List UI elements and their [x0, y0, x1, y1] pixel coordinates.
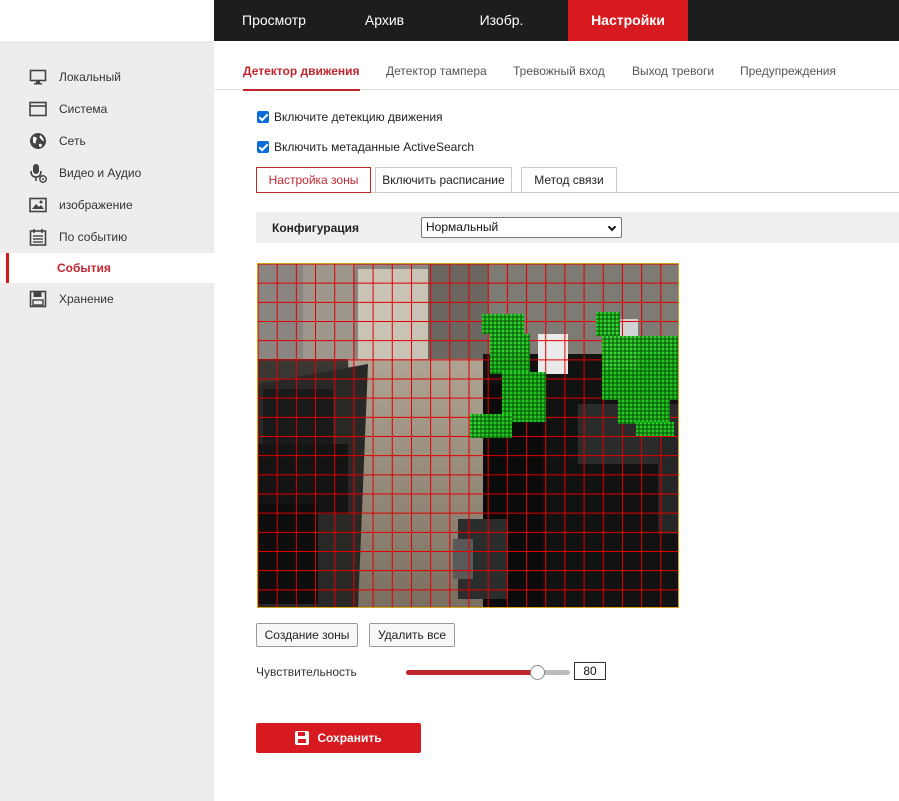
motion-area-video[interactable]: [257, 263, 679, 608]
globe-icon: [28, 131, 48, 151]
sidebar-item-local[interactable]: Локальный: [0, 62, 214, 92]
sidebar-item-label: Хранение: [59, 292, 114, 306]
sidebar-item-storage[interactable]: Хранение: [0, 284, 214, 314]
sidebar-item-event[interactable]: По событию: [0, 222, 214, 252]
chevron-down-icon: [607, 222, 617, 232]
configuration-value: Нормальный: [426, 220, 499, 234]
sidebar-item-label: Видео и Аудио: [59, 166, 142, 180]
slider-fill: [406, 670, 538, 675]
sidebar-item-video-audio[interactable]: Видео и Аудио: [0, 158, 214, 188]
sensitivity-slider[interactable]: [406, 665, 570, 680]
nav-settings[interactable]: Настройки: [568, 0, 688, 41]
top-bar-left: [0, 0, 214, 41]
subtab-area-settings[interactable]: Настройка зоны: [256, 167, 371, 193]
sidebar-item-label: изображение: [59, 198, 133, 212]
sidebar-item-label: Система: [59, 102, 108, 116]
sidebar-item-system[interactable]: Система: [0, 94, 214, 124]
subtab-arming-schedule[interactable]: Включить расписание: [375, 167, 512, 193]
tab-alarm-output[interactable]: Выход тревоги: [632, 52, 714, 90]
nav-live-view[interactable]: Просмотр: [214, 0, 334, 41]
calendar-icon: [28, 227, 48, 247]
sensitivity-label: Чувствительность: [256, 665, 357, 679]
save-icon: [295, 731, 310, 745]
checkbox-label: Включите детекцию движения: [274, 110, 443, 124]
motion-block: [470, 414, 512, 438]
sensitivity-value-input[interactable]: 80: [574, 662, 606, 680]
tab-motion-detection[interactable]: Детектор движения: [243, 52, 360, 91]
camera-snapshot[interactable]: [258, 264, 679, 608]
event-tabs: Детектор движения Детектор тампера Трево…: [214, 52, 899, 91]
delete-all-button[interactable]: Удалить все: [369, 623, 455, 647]
enable-motion-checkbox[interactable]: Включите детекцию движения: [257, 110, 443, 124]
microphone-icon: [28, 163, 48, 183]
main-nav: Просмотр Архив Изобр. Настройки: [214, 0, 688, 41]
slider-handle[interactable]: [530, 665, 546, 680]
motion-block: [618, 400, 670, 424]
top-bar: Просмотр Архив Изобр. Настройки: [0, 0, 899, 41]
tab-exceptions[interactable]: Предупреждения: [740, 52, 836, 90]
motion-block: [490, 334, 530, 374]
save-button-label: Сохранить: [317, 731, 382, 745]
save-button[interactable]: Сохранить: [256, 723, 421, 753]
checkbox-checked[interactable]: [257, 141, 269, 153]
sidebar-item-label: По событию: [59, 230, 128, 244]
tab-alarm-input[interactable]: Тревожный вход: [513, 52, 605, 90]
sidebar-item-network[interactable]: Сеть: [0, 126, 214, 156]
subtab-linkage-method[interactable]: Метод связи: [521, 167, 617, 193]
sidebar: Локальный Система Сеть Видео и Аудио изо…: [0, 41, 214, 801]
image-icon: [28, 195, 48, 215]
create-area-button[interactable]: Создание зоны: [256, 623, 358, 647]
motion-block: [596, 312, 620, 336]
sidebar-item-label: События: [57, 261, 111, 275]
nav-playback[interactable]: Архив: [334, 0, 435, 41]
checkbox-checked[interactable]: [257, 111, 269, 123]
configuration-row: Конфигурация Нормальный: [256, 212, 899, 243]
sidebar-item-label: Локальный: [59, 70, 121, 84]
sidebar-item-events[interactable]: События: [0, 253, 214, 283]
sidebar-item-image[interactable]: изображение: [0, 190, 214, 220]
sidebar-item-label: Сеть: [59, 134, 86, 148]
monitor-icon: [28, 67, 48, 87]
window-icon: [28, 99, 48, 119]
nav-picture[interactable]: Изобр.: [435, 0, 568, 41]
floppy-disk-icon: [28, 289, 48, 309]
configuration-select[interactable]: Нормальный: [421, 217, 622, 238]
tab-tamper-detection[interactable]: Детектор тампера: [386, 52, 487, 90]
area-subtabs: Настройка зоны Включить расписание Метод…: [256, 167, 899, 193]
active-indicator: [6, 253, 9, 283]
configuration-label: Конфигурация: [272, 221, 360, 235]
checkbox-label: Включить метаданные ActiveSearch: [274, 140, 474, 154]
enable-metadata-checkbox[interactable]: Включить метаданные ActiveSearch: [257, 140, 474, 154]
